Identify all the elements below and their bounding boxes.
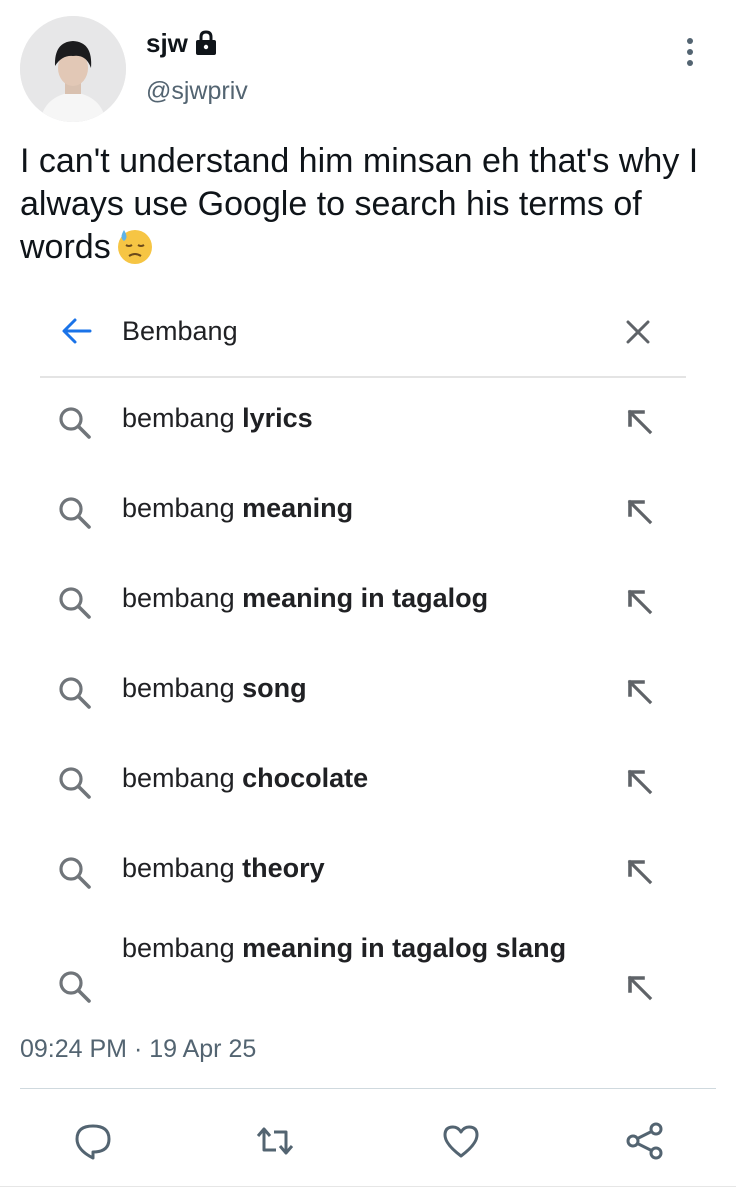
search-icon [56, 584, 94, 622]
fill-query-arrow-icon[interactable] [626, 858, 654, 886]
user-handle[interactable]: @sjwpriv [146, 76, 248, 106]
fill-query-arrow-icon[interactable] [626, 408, 654, 436]
fill-query-arrow-icon[interactable] [626, 498, 654, 526]
suggestion-item[interactable]: bembang theory [22, 832, 714, 922]
suggestion-text: bembang meaning in tagalog [122, 583, 489, 613]
suggestion-text: bembang meaning in tagalog slang [122, 933, 567, 963]
display-name-text: sjw [146, 28, 188, 58]
bottom-divider [0, 1186, 736, 1187]
search-divider [40, 376, 686, 378]
fill-query-arrow-icon[interactable] [626, 588, 654, 616]
share-icon[interactable] [624, 1120, 666, 1162]
reply-icon[interactable] [72, 1120, 114, 1162]
lock-icon [194, 30, 218, 56]
tweet-text: I can't understand him minsan eh that's … [20, 140, 700, 269]
footer-divider [20, 1088, 716, 1089]
suggestion-text: bembang song [122, 673, 307, 703]
search-icon [56, 404, 94, 442]
suggestion-item[interactable]: bembang lyrics [22, 382, 714, 472]
close-icon[interactable] [622, 316, 654, 348]
fill-query-arrow-icon[interactable] [626, 974, 654, 1002]
search-icon [56, 854, 94, 892]
suggestion-item[interactable]: bembang meaning [22, 472, 714, 562]
back-arrow-icon[interactable] [60, 314, 94, 348]
tweet: sjw @sjwpriv I can't understand him mins… [0, 0, 736, 1200]
avatar[interactable] [20, 16, 126, 122]
suggestion-text: bembang chocolate [122, 763, 369, 793]
search-icon [56, 968, 94, 1006]
display-name[interactable]: sjw [146, 28, 218, 58]
tweet-timestamp[interactable]: 09:24 PM · 19 Apr 25 [20, 1034, 256, 1064]
suggestion-text: bembang lyrics [122, 403, 313, 433]
suggestion-item[interactable]: bembang song [22, 652, 714, 742]
more-options-icon[interactable] [676, 36, 704, 68]
search-bar: Bembang [22, 292, 714, 376]
suggestion-text: bembang theory [122, 853, 325, 883]
search-query[interactable]: Bembang [122, 314, 238, 348]
suggestion-item[interactable]: bembang chocolate [22, 742, 714, 832]
search-icon [56, 674, 94, 712]
fill-query-arrow-icon[interactable] [626, 678, 654, 706]
suggestion-item[interactable]: bembang meaning in tagalog slang [22, 922, 714, 1012]
suggestion-item[interactable]: bembang meaning in tagalog [22, 562, 714, 652]
retweet-icon[interactable] [254, 1120, 296, 1162]
action-bar [0, 1110, 736, 1170]
google-search-screenshot[interactable]: Bembang bembang lyrics bembang meaning bem… [22, 292, 714, 1014]
fill-query-arrow-icon[interactable] [626, 768, 654, 796]
search-icon [56, 494, 94, 532]
like-icon[interactable] [440, 1120, 482, 1162]
downcast-face-with-sweat-icon [115, 226, 155, 266]
search-icon [56, 764, 94, 802]
suggestion-text: bembang meaning [122, 493, 354, 523]
